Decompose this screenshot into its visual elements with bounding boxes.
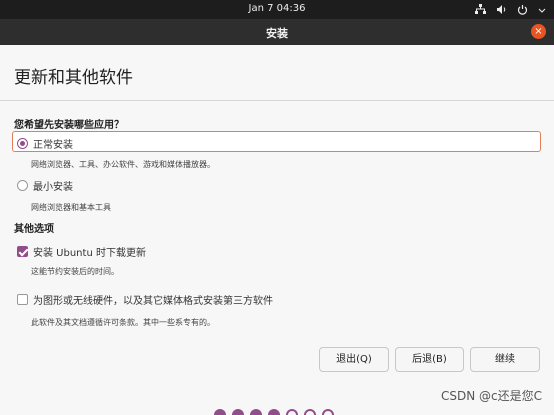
system-tray[interactable] <box>475 2 546 17</box>
window-titlebar: 安装 × <box>0 19 554 45</box>
progress-dot <box>304 409 316 415</box>
other-options-label: 其他选项 <box>14 224 54 235</box>
progress-dot <box>214 409 226 415</box>
network-icon[interactable] <box>475 4 486 15</box>
power-icon[interactable] <box>517 4 528 15</box>
install-type-label: 您希望先安装哪些应用？ <box>14 120 124 131</box>
radio-unselected-icon[interactable] <box>17 180 28 191</box>
progress-dot <box>232 409 244 415</box>
continue-button[interactable]: 继续 <box>470 347 540 372</box>
quit-button[interactable]: 退出(Q) <box>319 347 389 372</box>
radio-selected-icon[interactable] <box>17 138 28 149</box>
volume-icon[interactable] <box>496 4 507 15</box>
third-party-desc: 此软件及其文档遵循许可条款。其中一些系专有的。 <box>31 318 215 327</box>
checkbox-checked-icon[interactable] <box>17 246 28 257</box>
close-button[interactable]: × <box>531 24 546 39</box>
page-header: 更新和其他软件 <box>0 45 554 101</box>
window-title: 安装 <box>266 27 288 40</box>
progress-dots <box>214 409 334 415</box>
download-updates-desc: 这能节约安装后的时间。 <box>31 267 119 276</box>
minimal-install-desc: 网络浏览器和基本工具 <box>31 203 111 212</box>
download-updates-label: 安装 Ubuntu 时下载更新 <box>33 248 146 259</box>
progress-dot <box>286 409 298 415</box>
clock[interactable]: Jan 7 04:36 <box>0 3 554 14</box>
progress-dot <box>268 409 280 415</box>
checkbox-unchecked-icon[interactable] <box>17 294 28 305</box>
third-party-checkbox[interactable]: 为图形或无线硬件，以及其它媒体格式安装第三方软件 <box>17 292 273 307</box>
normal-install-radio[interactable]: 正常安装 <box>17 136 73 151</box>
third-party-label: 为图形或无线硬件，以及其它媒体格式安装第三方软件 <box>33 296 273 307</box>
minimal-install-label: 最小安装 <box>33 182 73 193</box>
normal-install-label: 正常安装 <box>33 140 73 151</box>
progress-dot <box>250 409 262 415</box>
progress-dot <box>322 409 334 415</box>
watermark: CSDN @c还是您C <box>440 389 542 403</box>
page-title: 更新和其他软件 <box>14 68 133 88</box>
download-updates-checkbox[interactable]: 安装 Ubuntu 时下载更新 <box>17 244 146 259</box>
back-button[interactable]: 后退(B) <box>395 347 464 372</box>
minimal-install-radio[interactable]: 最小安装 <box>17 178 73 193</box>
top-panel: Jan 7 04:36 <box>0 0 554 19</box>
normal-install-desc: 网络浏览器、工具、办公软件、游戏和媒体播放器。 <box>31 160 215 169</box>
chevron-down-icon[interactable] <box>538 6 546 14</box>
normal-install-focus-row[interactable] <box>12 131 541 152</box>
